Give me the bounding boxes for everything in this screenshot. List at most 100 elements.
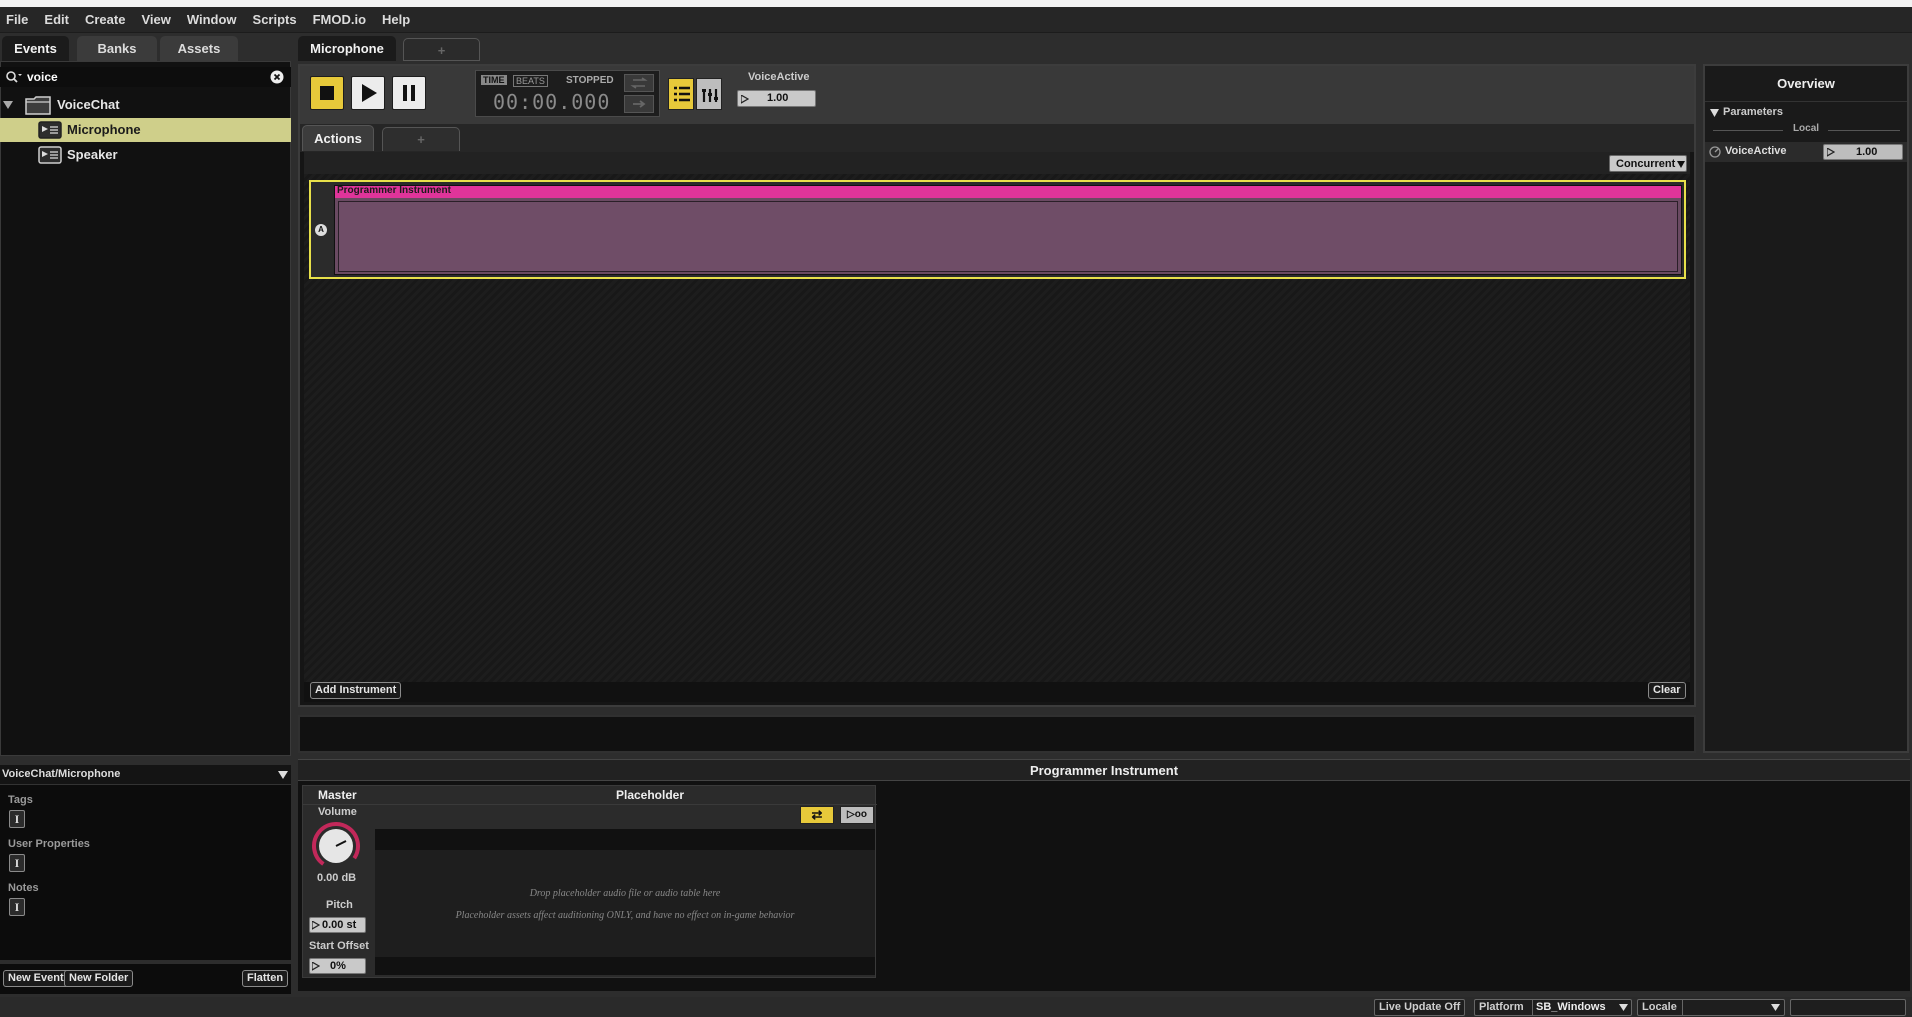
row-letter: A [315, 224, 327, 236]
drop-zone-hint: Drop placeholder audio file or audio tab… [529, 888, 721, 899]
placeholder-label: Placeholder [615, 788, 685, 802]
event-path: VoiceChat/Microphone [2, 768, 121, 780]
search-icon[interactable] [5, 70, 23, 84]
platform-value: SB_Windows [1536, 1001, 1606, 1013]
mixer-icon [702, 89, 718, 102]
tree-item-speaker[interactable]: Speaker [0, 143, 291, 167]
drop-zone-header [375, 829, 875, 850]
pause-icon [403, 85, 415, 101]
locale-label: Locale [1642, 1001, 1677, 1013]
list-view-button[interactable] [668, 78, 694, 110]
playback-mode-value: Concurrent [1616, 158, 1676, 170]
parameters-section-label: Parameters [1723, 106, 1783, 118]
locale-dropdown[interactable]: Locale [1637, 999, 1785, 1016]
playback-state: STOPPED [566, 75, 614, 86]
tree-label-voicechat: VoiceChat [57, 97, 120, 112]
volume-label: Volume [318, 806, 357, 818]
stop-button[interactable] [310, 76, 344, 110]
menu-fmod-io[interactable]: FMOD.io [305, 7, 374, 32]
param-value-field[interactable]: 1.00 [737, 90, 816, 107]
infinite-play-button[interactable]: ▷oo [840, 806, 874, 824]
start-offset-label: Start Offset [309, 940, 369, 952]
pitch-field[interactable]: 0.00 st [309, 917, 366, 933]
menu-view[interactable]: View [133, 7, 178, 32]
add-user-property-button[interactable]: I [9, 854, 25, 872]
menu-edit[interactable]: Edit [36, 7, 77, 32]
play-small-icon [1827, 148, 1835, 157]
time-mode-toggle[interactable]: TIME [481, 75, 507, 85]
tree-label-microphone: Microphone [67, 122, 141, 137]
divider [1532, 1000, 1533, 1015]
divider [1705, 101, 1907, 102]
add-instrument-button[interactable]: Add Instrument [310, 682, 402, 699]
add-tag-button[interactable]: I [9, 810, 25, 828]
platform-dropdown[interactable]: Platform SB_Windows [1474, 999, 1632, 1016]
editor-lower-strip [298, 715, 1696, 753]
volume-knob[interactable] [311, 821, 361, 871]
new-folder-button[interactable]: New Folder [64, 970, 134, 987]
editor-footer [304, 682, 1690, 702]
placeholder-drop-zone[interactable]: Drop placeholder audio file or audio tab… [375, 829, 875, 975]
tree-item-microphone[interactable]: Microphone [0, 118, 291, 142]
clear-search-icon[interactable] [270, 70, 284, 84]
list-icon [674, 86, 690, 102]
playback-mode-dropdown[interactable]: Concurrent [1609, 155, 1687, 172]
divider [1682, 1000, 1683, 1015]
beats-mode-toggle[interactable]: BEATS [513, 75, 548, 87]
tab-assets[interactable]: Assets [160, 36, 238, 61]
stop-icon [320, 86, 334, 100]
time-value: 00:00.000 [493, 90, 611, 114]
menu-file[interactable]: File [0, 7, 36, 32]
overview-title: Overview [1777, 76, 1835, 91]
deck-header: Programmer Instrument [298, 759, 1910, 781]
tags-label: Tags [8, 794, 33, 806]
divider [303, 804, 877, 805]
menu-create[interactable]: Create [77, 7, 133, 32]
tab-banks[interactable]: Banks [77, 36, 157, 61]
menu-help[interactable]: Help [374, 7, 418, 32]
platform-label: Platform [1479, 1001, 1524, 1013]
status-extra-box [1790, 999, 1906, 1016]
parameter-row[interactable]: VoiceActive 1.00 [1705, 142, 1907, 162]
menu-scripts[interactable]: Scripts [245, 7, 305, 32]
start-offset-field[interactable]: 0% [309, 958, 366, 974]
loop-playback-button[interactable] [624, 74, 654, 92]
overview-param-name: VoiceActive [1725, 145, 1787, 157]
loop-toggle-button[interactable]: ⇄ [800, 806, 834, 824]
volume-value: 0.00 dB [317, 872, 357, 884]
flatten-button[interactable]: Flatten [242, 970, 289, 987]
master-panel: Master Placeholder Volume 0.00 dB Pitch … [302, 785, 877, 978]
add-sheet-button[interactable]: + [382, 127, 460, 151]
play-button[interactable] [351, 76, 385, 110]
tab-microphone[interactable]: Microphone [298, 36, 396, 61]
menu-bar: File Edit Create View Window Scripts FMOD.io He… [0, 7, 1912, 33]
action-row[interactable]: A Programmer Instrument [309, 180, 1686, 279]
properties-header: VoiceChat/Microphone [0, 765, 291, 785]
edit-notes-button[interactable]: I [9, 898, 25, 916]
chevron-down-icon[interactable] [278, 771, 288, 779]
follow-playback-button[interactable] [624, 95, 654, 113]
search-input[interactable] [27, 68, 267, 86]
chevron-down-icon [1619, 1004, 1628, 1011]
event-icon [38, 146, 62, 164]
add-editor-tab-button[interactable]: + [403, 38, 480, 61]
tab-actions[interactable]: Actions [302, 125, 374, 151]
tree-label-speaker: Speaker [67, 147, 118, 162]
live-update-button[interactable]: Live Update Off [1374, 999, 1466, 1016]
tree-item-voicechat[interactable]: VoiceChat [0, 93, 291, 117]
mixer-view-button[interactable] [696, 78, 722, 110]
new-event-button[interactable]: New Event [3, 970, 69, 987]
clear-button[interactable]: Clear [1648, 682, 1686, 699]
chevron-down-icon [1771, 1004, 1780, 1011]
tab-events[interactable]: Events [2, 36, 69, 61]
menu-window[interactable]: Window [179, 7, 245, 32]
pause-button[interactable] [392, 76, 426, 110]
programmer-instrument[interactable]: Programmer Instrument [334, 185, 1682, 275]
track-toolbar [304, 152, 1690, 174]
overview-param-value-field[interactable]: 1.00 [1823, 144, 1903, 160]
expand-arrow-icon[interactable] [3, 101, 13, 110]
notes-label: Notes [8, 882, 39, 894]
expand-arrow-icon[interactable] [1710, 109, 1719, 117]
play-small-icon [312, 962, 320, 971]
pitch-value: 0.00 st [322, 919, 357, 931]
